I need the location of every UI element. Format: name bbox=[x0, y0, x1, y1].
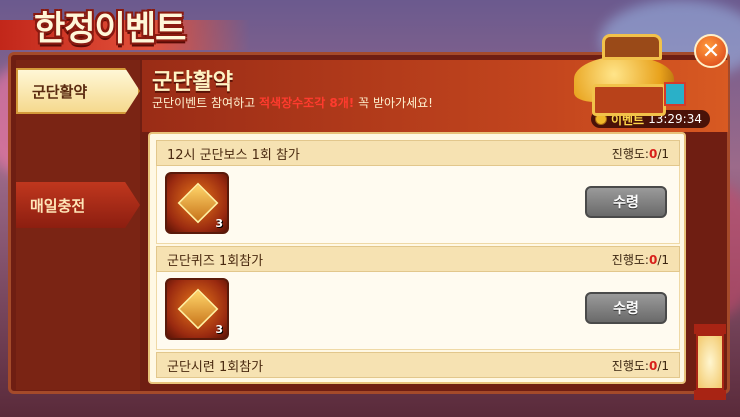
list-item: 12시 군단보스 1회 참가 진행도:0/1 3 수령 bbox=[156, 140, 680, 244]
claim-button[interactable]: 수령 bbox=[585, 292, 667, 324]
sidebar: 군단활약 매일충전 bbox=[16, 60, 140, 390]
mission-title: 군단퀴즈 1회참가 bbox=[167, 253, 264, 269]
mission-title: 군단시련 1회참가 bbox=[167, 359, 264, 375]
treasure-chest-icon bbox=[568, 34, 686, 118]
close-button[interactable]: ✕ bbox=[694, 34, 728, 68]
mission-list[interactable]: 12시 군단보스 1회 참가 진행도:0/1 3 수령 군단퀴즈 1회참가 진행… bbox=[148, 132, 686, 384]
header-title: 군단활약 bbox=[152, 70, 233, 95]
claim-button[interactable]: 수령 bbox=[585, 186, 667, 218]
tab-label: 매일충전 bbox=[30, 196, 86, 215]
tab-daily-charge[interactable]: 매일충전 bbox=[16, 182, 140, 228]
mission-progress: 진행도:0/1 bbox=[611, 252, 669, 267]
mission-progress: 진행도:0/1 bbox=[611, 146, 669, 161]
close-icon: ✕ bbox=[701, 38, 721, 64]
reward-chest-icon[interactable]: 3 bbox=[165, 172, 229, 234]
header-description: 군단이벤트 참여하고 적색장수조각 8개! 꼭 받아가세요! bbox=[152, 94, 433, 111]
desc-suffix: 꼭 받아가세요! bbox=[354, 96, 433, 110]
reward-chest-icon[interactable]: 3 bbox=[165, 278, 229, 340]
tab-label: 군단활약 bbox=[32, 82, 88, 101]
tab-legion-activity[interactable]: 군단활약 bbox=[16, 68, 140, 114]
page-title: 한정이벤트 bbox=[34, 9, 186, 49]
mission-title: 12시 군단보스 1회 참가 bbox=[167, 147, 300, 163]
gift-box-icon bbox=[664, 82, 686, 106]
reward-quantity: 3 bbox=[215, 323, 223, 336]
desc-prefix: 군단이벤트 참여하고 bbox=[152, 96, 259, 110]
reward-quantity: 3 bbox=[215, 217, 223, 230]
list-item: 군단퀴즈 1회참가 진행도:0/1 3 수령 bbox=[156, 246, 680, 350]
list-item: 군단시련 1회참가 진행도:0/1 bbox=[156, 352, 680, 378]
mission-progress: 진행도:0/1 bbox=[611, 358, 669, 373]
lantern-icon bbox=[690, 324, 730, 400]
desc-highlight: 적색장수조각 8개! bbox=[259, 96, 355, 110]
